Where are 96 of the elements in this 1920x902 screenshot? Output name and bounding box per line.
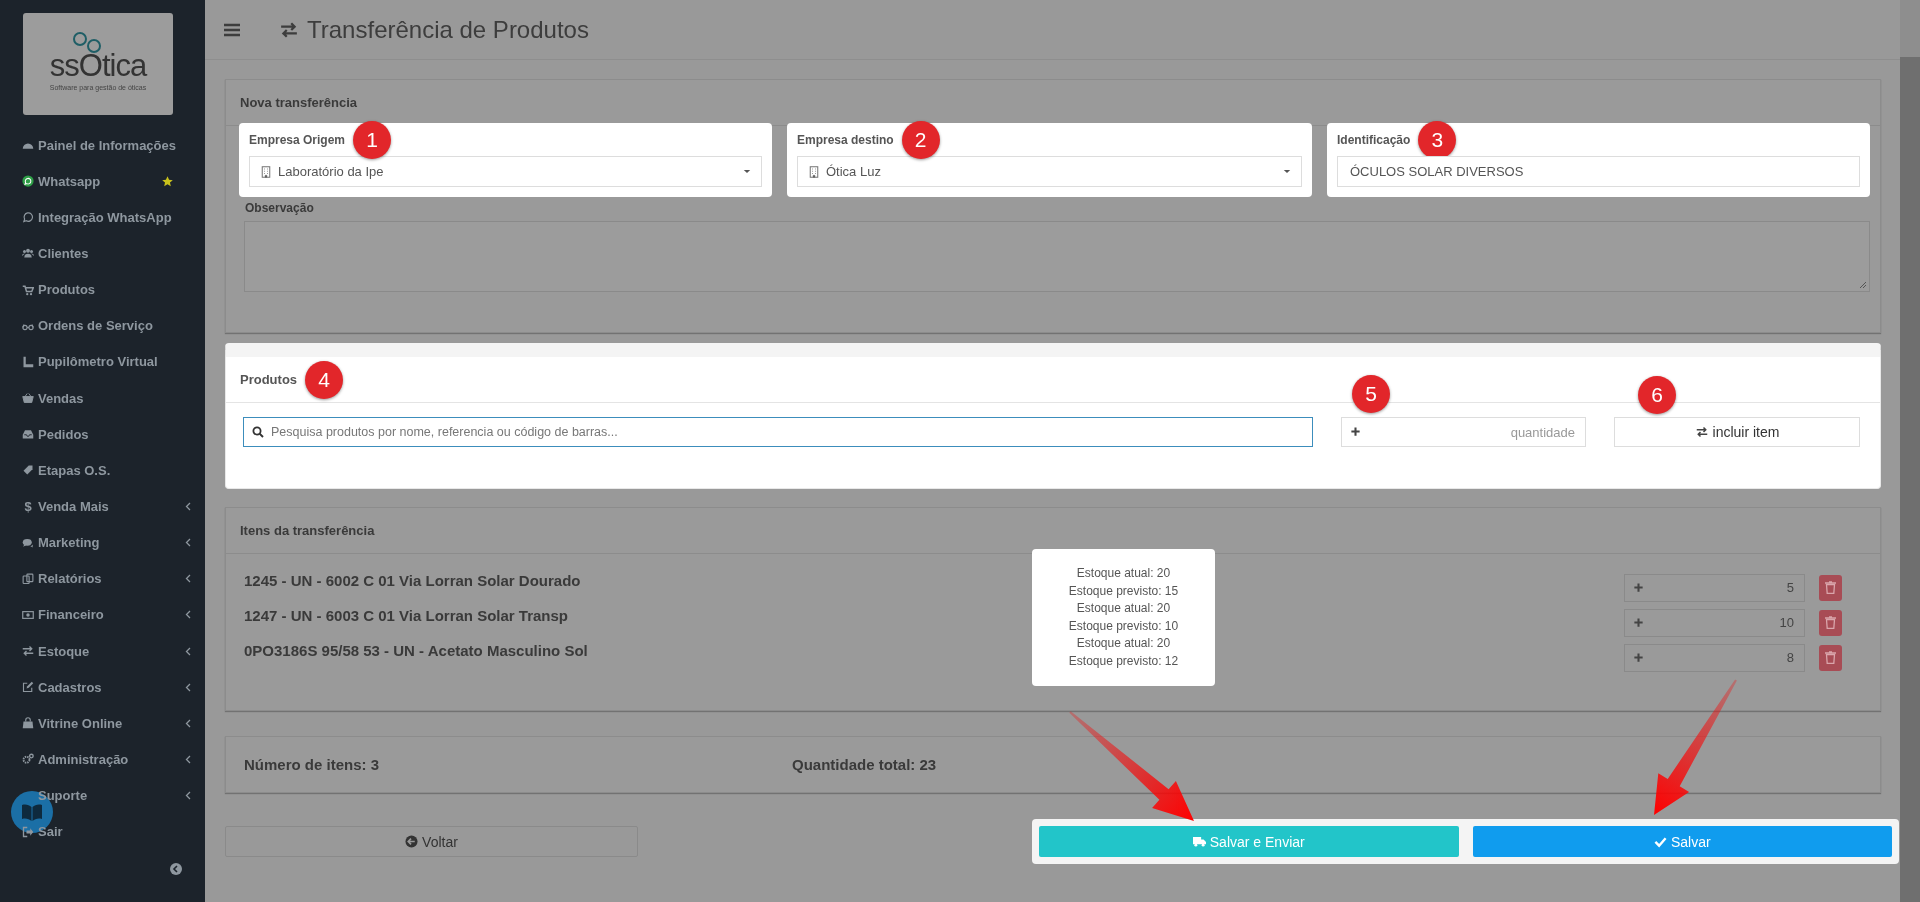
sidebar-item[interactable]: Ordens de Serviço bbox=[0, 307, 205, 344]
panel-title: Produtos bbox=[240, 372, 298, 387]
item-description: 1245 - UN - 6002 C 01 Via Lorran Solar Dourado bbox=[244, 572, 581, 589]
sidebar-item[interactable]: Pedidos bbox=[0, 416, 205, 453]
panel-title: Nova transferência bbox=[240, 95, 358, 110]
sidebar-item[interactable]: Administração bbox=[0, 741, 205, 778]
panel-title: Itens da transferência bbox=[240, 523, 375, 538]
tooltip-line: Estoque atual: 20 bbox=[1076, 635, 1171, 652]
item-description: 0PO3186S 95/58 53 - UN - Acetato Masculino Sol bbox=[244, 642, 588, 659]
step-badge: 4 bbox=[305, 360, 344, 399]
transfer-icon bbox=[22, 645, 34, 658]
scrollbar[interactable] bbox=[1900, 0, 1920, 902]
field-label: Empresa Origem bbox=[249, 133, 346, 147]
back-button[interactable]: Voltar bbox=[225, 826, 638, 857]
edit-icon bbox=[22, 681, 34, 694]
sidebar-item[interactable]: Estoque bbox=[0, 632, 205, 670]
field-label: Empresa destino bbox=[797, 133, 894, 147]
bag-icon bbox=[22, 717, 34, 730]
step-badge: 3 bbox=[1418, 121, 1457, 159]
tag-icon bbox=[22, 464, 34, 477]
save-button[interactable]: Salvar bbox=[1472, 826, 1892, 857]
comments-icon bbox=[22, 536, 34, 549]
tooltip-line: Estoque atual: 20 bbox=[1076, 600, 1171, 617]
dollar-icon: $ bbox=[22, 498, 34, 514]
sidebar-item[interactable]: Clientes bbox=[0, 235, 205, 272]
item-description: 1247 - UN - 6003 C 01 Via Lorran Solar Transp bbox=[244, 607, 569, 624]
delete-button[interactable] bbox=[1819, 609, 1842, 636]
tooltip-line: Estoque previsto: 12 bbox=[1068, 652, 1179, 670]
sidebar-item[interactable]: Painel de Informações bbox=[0, 127, 205, 164]
check-icon bbox=[1653, 835, 1667, 848]
sidebar-item[interactable]: Integração WhatsApp bbox=[0, 199, 205, 236]
sidebar-item[interactable]: Financeiro bbox=[0, 596, 205, 633]
quantity-field[interactable]: 10 bbox=[1624, 608, 1805, 637]
trash-icon bbox=[1825, 581, 1836, 594]
building-icon bbox=[808, 164, 820, 179]
quantity-field[interactable]: 5 bbox=[1624, 573, 1805, 602]
search-field[interactable]: Pesquisa produtos por nome, referencia ou código de barras... bbox=[243, 417, 1313, 447]
menu-icon[interactable] bbox=[224, 22, 240, 37]
sidebar-item[interactable]: Pupilômetro Virtual bbox=[0, 343, 205, 380]
collapse-icon[interactable] bbox=[170, 863, 182, 875]
cart-icon bbox=[22, 283, 34, 296]
sidebar-item[interactable]: Marketing bbox=[0, 524, 205, 561]
step-badge: 1 bbox=[353, 121, 392, 159]
caret-icon bbox=[743, 169, 751, 174]
money-icon bbox=[22, 608, 34, 621]
tooltip-line: Estoque atual: 20 bbox=[1076, 565, 1171, 582]
resize-handle-icon[interactable] bbox=[1859, 281, 1867, 289]
sidebar-item[interactable]: Produtos bbox=[0, 271, 205, 308]
tooltip-line: Estoque previsto: 15 bbox=[1068, 582, 1179, 600]
transfer-icon bbox=[278, 20, 300, 39]
company-select[interactable]: Ótica Luz bbox=[797, 156, 1302, 187]
logo-name: ssOtica bbox=[49, 49, 147, 83]
plus-icon bbox=[1633, 651, 1644, 663]
inbox-icon bbox=[22, 428, 34, 441]
quantity-field[interactable]: quantidade bbox=[1341, 417, 1586, 447]
search-icon bbox=[252, 426, 264, 438]
tooltip-line: Estoque previsto: 10 bbox=[1068, 617, 1179, 635]
quantity-field[interactable]: 8 bbox=[1624, 643, 1805, 672]
plus-icon bbox=[1633, 581, 1644, 593]
transfer-icon bbox=[1694, 426, 1709, 438]
sidebar-item[interactable]: Cadastros bbox=[0, 669, 205, 706]
chat-icon bbox=[22, 211, 34, 224]
item-count: Número de itens: 3 bbox=[244, 756, 381, 773]
input-field[interactable]: ÓCULOS SOLAR DIVERSOS bbox=[1337, 156, 1860, 187]
trash-icon bbox=[1825, 651, 1836, 664]
ruler-icon bbox=[22, 355, 34, 368]
sidebar-item[interactable]: Whatsapp bbox=[0, 163, 205, 200]
sidebar-item[interactable]: Etapas O.S. bbox=[0, 452, 205, 489]
trash-icon bbox=[1825, 616, 1836, 629]
field-label: Observação bbox=[245, 201, 315, 217]
truck-icon bbox=[1192, 835, 1206, 848]
notes-field[interactable] bbox=[244, 221, 1870, 292]
step-badge: 6 bbox=[1638, 376, 1676, 414]
company-select[interactable]: Laboratório da Ipe bbox=[249, 156, 762, 187]
plus-icon bbox=[1633, 616, 1644, 628]
building-icon bbox=[260, 164, 272, 179]
book-icon bbox=[20, 802, 44, 822]
sidebar-item[interactable]: Vitrine Online bbox=[0, 705, 205, 742]
delete-button[interactable] bbox=[1819, 574, 1842, 601]
back-icon bbox=[405, 835, 419, 848]
sidebar-item[interactable]: $ Venda Mais bbox=[0, 488, 205, 525]
delete-button[interactable] bbox=[1819, 644, 1842, 671]
gears-icon bbox=[22, 753, 34, 766]
step-badge: 2 bbox=[901, 121, 940, 159]
basket-icon bbox=[22, 392, 34, 405]
page-title: Transferência de Produtos bbox=[307, 15, 589, 44]
users-icon bbox=[22, 247, 34, 260]
total-quantity: Quantidade total: 23 bbox=[792, 756, 938, 773]
step-badge: 5 bbox=[1352, 375, 1390, 413]
documents-icon bbox=[22, 572, 34, 585]
field-label: Identificação bbox=[1337, 133, 1411, 147]
caret-icon bbox=[1283, 169, 1291, 174]
sidebar-item[interactable]: Vendas bbox=[0, 380, 205, 417]
chat-icon bbox=[22, 175, 34, 188]
sidebar-item[interactable]: Relatórios bbox=[0, 560, 205, 597]
plus-icon bbox=[1350, 426, 1361, 437]
